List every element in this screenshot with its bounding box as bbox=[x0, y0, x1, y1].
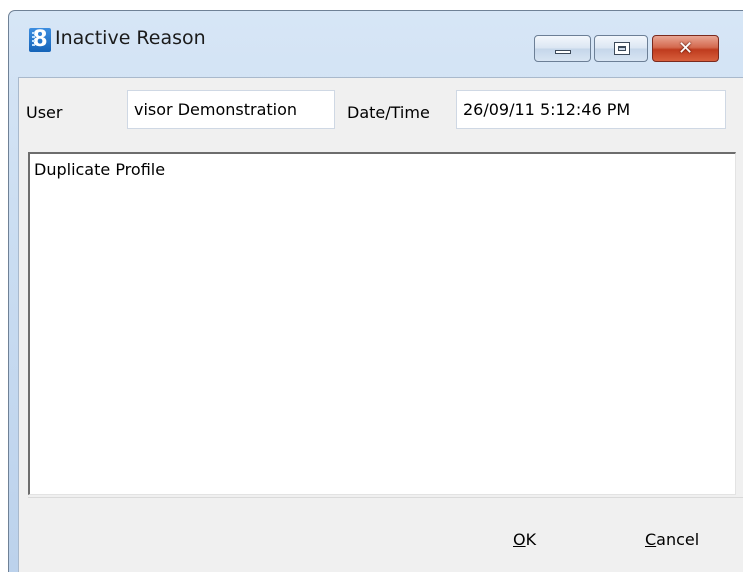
close-button[interactable]: ✕ bbox=[652, 35, 719, 62]
cancel-label: ancel bbox=[656, 530, 700, 549]
title-bar[interactable]: 8 Inactive Reason ✕ bbox=[9, 11, 743, 69]
minimize-button[interactable] bbox=[534, 35, 591, 62]
dialog-client-area: User visor Demonstration Date/Time 26/09… bbox=[18, 77, 743, 572]
cancel-accelerator: C bbox=[645, 530, 657, 549]
datetime-label: Date/Time bbox=[347, 103, 430, 122]
window-title: Inactive Reason bbox=[55, 27, 206, 49]
maximize-icon bbox=[614, 42, 630, 55]
app-icon: 8 bbox=[29, 28, 51, 52]
maximize-button[interactable] bbox=[594, 35, 648, 62]
ok-button[interactable]: OK bbox=[499, 524, 550, 556]
close-icon: ✕ bbox=[677, 38, 694, 59]
ok-label: K bbox=[525, 530, 537, 549]
cancel-button[interactable]: Cancel bbox=[631, 524, 713, 556]
ok-accelerator: O bbox=[513, 530, 526, 549]
reason-text: Duplicate Profile bbox=[34, 160, 166, 179]
datetime-field[interactable]: 26/09/11 5:12:46 PM bbox=[456, 90, 726, 129]
user-field[interactable]: visor Demonstration bbox=[127, 90, 335, 129]
dialog-window: 8 Inactive Reason ✕ User visor Demonstra… bbox=[8, 10, 743, 572]
user-label: User bbox=[26, 103, 63, 122]
footer-divider bbox=[28, 497, 743, 498]
minimize-icon bbox=[555, 50, 571, 54]
reason-textarea[interactable]: Duplicate Profile bbox=[28, 152, 736, 495]
